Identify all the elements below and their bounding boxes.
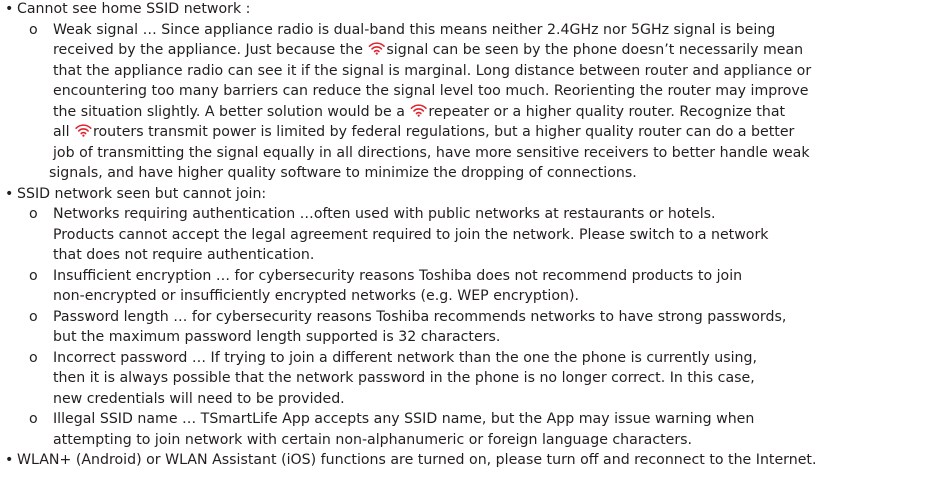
sub-item-weak-signal: o Weak signal … Since appliance radio is… xyxy=(0,20,940,184)
text-line: encountering too many barriers can reduc… xyxy=(53,83,809,99)
text-fragment: repeater or a higher quality router. Rec… xyxy=(428,103,786,120)
sub-bullet-marker: o xyxy=(29,267,38,284)
sub-bullet-marker: o xyxy=(29,308,38,325)
text-line: Illegal SSID name … TSmartLife App accep… xyxy=(53,411,755,427)
text-line: then it is always possible that the netw… xyxy=(53,370,755,386)
sub-bullet-marker: o xyxy=(29,21,38,38)
text-line: the situation slightly. A better solutio… xyxy=(53,102,938,123)
bullet-title: SSID network seen but cannot join: xyxy=(17,185,267,202)
wifi-icon xyxy=(368,41,386,55)
text-fragment: all xyxy=(53,124,75,140)
text-line: job of transmitting the signal equally i… xyxy=(53,144,810,161)
text-line: attempting to join network with certain … xyxy=(53,431,693,448)
sub-item-password-length: o Password length … for cybersecurity re… xyxy=(0,307,940,348)
bullet-marker: • xyxy=(5,185,14,202)
wifi-icon xyxy=(75,123,92,137)
text-line: non-encrypted or insufficiently encrypte… xyxy=(53,288,579,304)
text-line: that does not require authentication. xyxy=(53,247,315,263)
sub-item-authentication: o Networks requiring authentication …oft… xyxy=(0,204,940,266)
text-line: but the maximum password length supporte… xyxy=(53,329,501,345)
text-line: new credentials will need to be provided… xyxy=(53,390,345,407)
text-line: received by the appliance. Just because … xyxy=(53,40,938,61)
text-fragment: the situation slightly. A better solutio… xyxy=(53,103,410,120)
bullet-title: WLAN+ (Android) or WLAN Assistant (iOS) … xyxy=(17,452,817,468)
text-line: Incorrect password … If trying to join a… xyxy=(53,349,758,366)
bullet-marker: • xyxy=(5,1,14,17)
text-line: all routers transmit power is limited by… xyxy=(53,122,938,143)
text-line: Networks requiring authentication …often… xyxy=(53,206,716,222)
sub-bullet-marker: o xyxy=(29,349,38,366)
text-fragment: received by the appliance. Just because … xyxy=(53,42,368,58)
sub-item-encryption: o Insufficient encryption … for cybersec… xyxy=(0,266,940,307)
bullet-marker: • xyxy=(5,452,14,468)
text-line: Password length … for cybersecurity reas… xyxy=(53,308,787,325)
sub-item-illegal-ssid: o Illegal SSID name … TSmartLife App acc… xyxy=(0,409,940,450)
text-line: signals, and have higher quality softwar… xyxy=(49,165,637,181)
text-fragment: signal can be seen by the phone doesn’t … xyxy=(386,42,804,58)
text-line: that the appliance radio can see it if t… xyxy=(53,62,812,79)
text-line: Weak signal … Since appliance radio is d… xyxy=(53,21,776,38)
wifi-icon xyxy=(410,103,427,117)
sub-bullet-marker: o xyxy=(29,411,38,427)
bullet-item-ssid-cannot-join: • SSID network seen but cannot join: xyxy=(0,184,940,205)
sub-item-incorrect-password: o Incorrect password … If trying to join… xyxy=(0,348,940,410)
text-line: Insufficient encryption … for cybersecur… xyxy=(53,267,743,284)
bullet-title: Cannot see home SSID network : xyxy=(17,1,251,17)
bullet-item-wlan-assistant: • WLAN+ (Android) or WLAN Assistant (iOS… xyxy=(0,450,940,471)
sub-bullet-marker: o xyxy=(29,206,38,222)
bullet-item-cannot-see-ssid: • Cannot see home SSID network : xyxy=(0,0,940,20)
troubleshooting-document: • Cannot see home SSID network : o Weak … xyxy=(0,0,940,471)
text-line: Products cannot accept the legal agreeme… xyxy=(53,226,769,243)
text-fragment: routers transmit power is limited by fed… xyxy=(93,124,795,140)
